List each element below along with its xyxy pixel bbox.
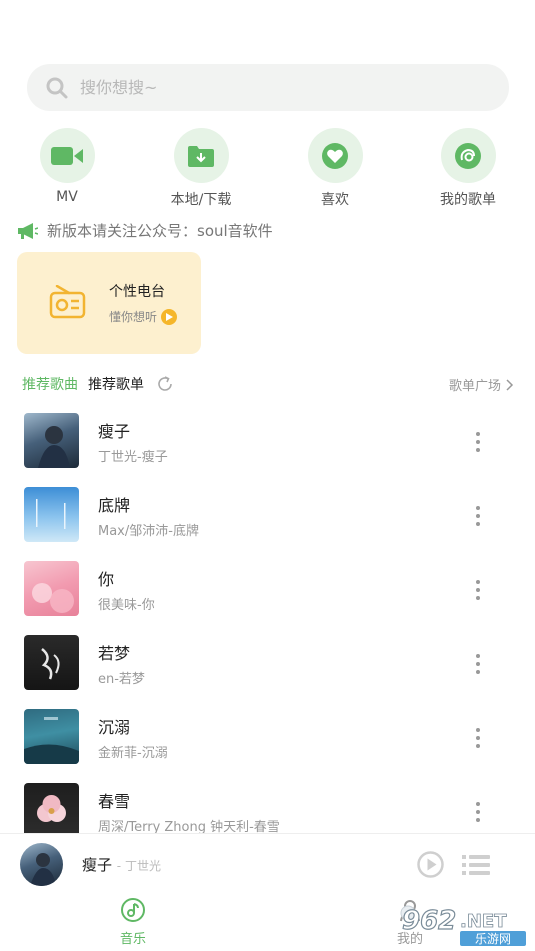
- quick-actions: MV 本地/下载 喜欢 我的歌单: [0, 128, 535, 208]
- song-tabs: 推荐歌曲 推荐歌单: [22, 374, 174, 394]
- list-item[interactable]: 底牌 Max/邹沛沛-底牌: [0, 487, 535, 561]
- song-title: 你: [98, 570, 115, 589]
- song-subtitle: 金新菲-沉溺: [98, 746, 168, 761]
- list-item[interactable]: 若梦 en-若梦: [0, 635, 535, 709]
- megaphone-icon: [18, 222, 38, 239]
- search-bar[interactable]: [27, 64, 509, 111]
- more-vertical-icon[interactable]: [468, 504, 488, 528]
- album-cover: [24, 561, 79, 616]
- quick-mv-button[interactable]: MV: [17, 128, 117, 205]
- search-input[interactable]: [78, 77, 462, 98]
- list-item[interactable]: 瘦子 丁世光-瘦子: [0, 413, 535, 487]
- tab-recommended-playlists[interactable]: 推荐歌单: [88, 374, 144, 394]
- album-cover: [24, 487, 79, 542]
- heart-icon: [322, 142, 348, 169]
- quick-favorites-label: 喜欢: [321, 192, 349, 208]
- album-cover: [24, 709, 79, 764]
- quick-mv-label: MV: [56, 189, 78, 205]
- list-item[interactable]: 沉溺 金新菲-沉溺: [0, 709, 535, 783]
- refresh-icon[interactable]: [156, 375, 174, 393]
- svg-text:乐游网: 乐游网: [475, 932, 511, 946]
- nav-music[interactable]: 音乐: [113, 897, 153, 947]
- now-playing-artist: - 丁世光: [116, 859, 161, 873]
- personal-radio-card[interactable]: 个性电台 懂你想听: [17, 252, 201, 354]
- play-icon[interactable]: [417, 851, 444, 878]
- more-vertical-icon[interactable]: [468, 430, 488, 454]
- song-title: 沉溺: [98, 718, 131, 737]
- song-list: 瘦子 丁世光-瘦子 底牌 Max/邹沛沛-底牌 你 很美味-你 若梦 en-若梦…: [0, 413, 535, 857]
- radio-subtitle: 懂你想听: [109, 310, 158, 324]
- song-subtitle: en-若梦: [98, 672, 145, 687]
- search-icon: [46, 77, 68, 98]
- music-disc-icon: [121, 898, 145, 922]
- mini-player[interactable]: 瘦子 - 丁世光: [0, 833, 535, 894]
- song-title: 瘦子: [98, 422, 131, 441]
- nav-music-label: 音乐: [119, 932, 146, 947]
- notice-bar: 新版本请关注公众号：soul音软件: [18, 220, 273, 241]
- now-playing-cover: [20, 843, 63, 886]
- svg-text:962: 962: [402, 906, 456, 936]
- more-vertical-icon[interactable]: [468, 800, 488, 824]
- playlist-plaza-label: 歌单广场: [448, 379, 501, 394]
- playlist-icon: [455, 142, 481, 169]
- album-cover: [24, 413, 79, 468]
- quick-favorites-button[interactable]: 喜欢: [285, 128, 385, 209]
- download-folder-icon: [188, 145, 214, 167]
- quick-my-playlists-label: 我的歌单: [440, 192, 496, 208]
- chevron-right-icon: [506, 378, 514, 391]
- tab-recommended-songs[interactable]: 推荐歌曲: [22, 374, 78, 394]
- playlist-queue-icon[interactable]: [462, 854, 490, 876]
- album-cover: [24, 783, 79, 838]
- list-item[interactable]: 你 很美味-你: [0, 561, 535, 635]
- song-title: 底牌: [98, 496, 131, 515]
- play-icon[interactable]: [161, 308, 178, 325]
- quick-my-playlists-button[interactable]: 我的歌单: [418, 128, 518, 209]
- song-subtitle: 很美味-你: [98, 598, 155, 613]
- radio-subtitle-row: 懂你想听: [109, 308, 178, 325]
- svg-text:.NET: .NET: [460, 911, 507, 932]
- more-vertical-icon[interactable]: [468, 652, 488, 676]
- quick-local-download-label: 本地/下载: [170, 192, 232, 208]
- more-vertical-icon[interactable]: [468, 578, 488, 602]
- now-playing-info: 瘦子 - 丁世光: [82, 854, 161, 875]
- radio-title: 个性电台: [109, 284, 165, 300]
- notice-text: 新版本请关注公众号：soul音软件: [47, 222, 273, 240]
- song-title: 若梦: [98, 644, 131, 663]
- playlist-plaza-link[interactable]: 歌单广场: [449, 375, 514, 394]
- album-cover: [24, 635, 79, 690]
- song-subtitle: 丁世光-瘦子: [98, 450, 168, 465]
- song-title: 春雪: [98, 792, 131, 811]
- radio-icon: [49, 285, 86, 319]
- more-vertical-icon[interactable]: [468, 726, 488, 750]
- now-playing-title: 瘦子: [82, 856, 113, 874]
- video-icon: [51, 146, 83, 165]
- site-watermark-logo: 962 .NET 乐游网: [400, 905, 526, 946]
- quick-local-download-button[interactable]: 本地/下载: [151, 128, 251, 209]
- song-subtitle: Max/邹沛沛-底牌: [98, 524, 199, 539]
